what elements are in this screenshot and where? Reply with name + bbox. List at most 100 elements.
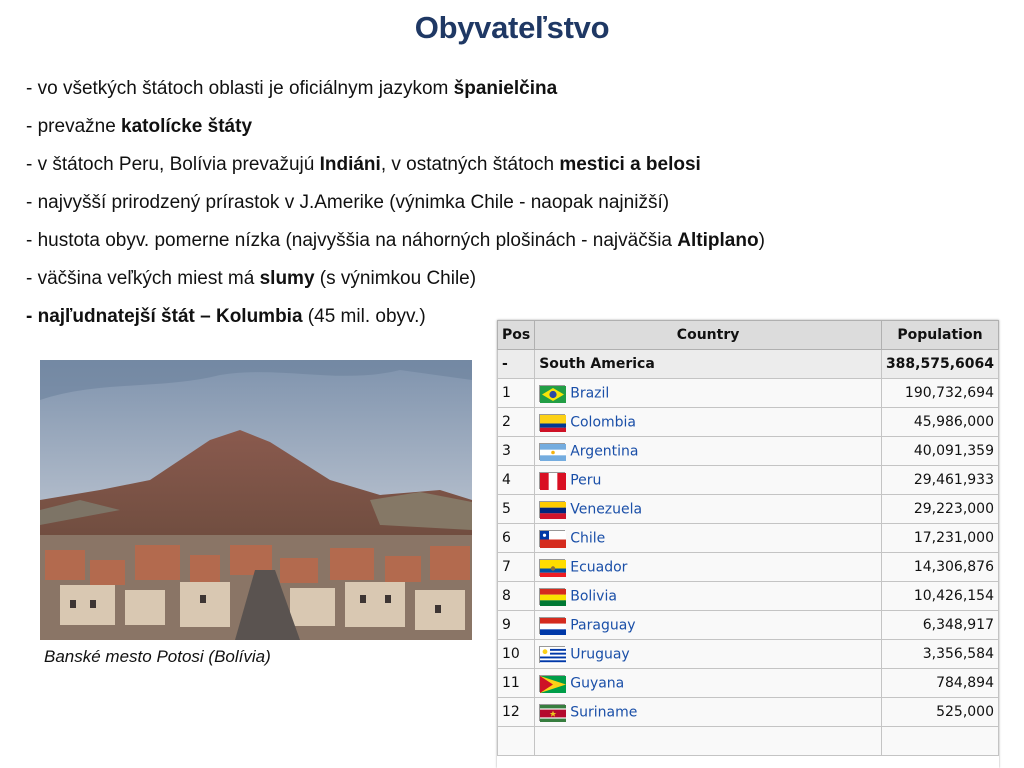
cell-population: 525,000 bbox=[880, 697, 999, 727]
peru-flag-icon bbox=[539, 471, 567, 490]
cell-country: Venezuela bbox=[534, 494, 882, 524]
paraguay-flag-icon bbox=[539, 616, 567, 635]
cell-pos: 1 bbox=[497, 378, 536, 408]
ecuador-flag-icon bbox=[539, 558, 567, 577]
cell-pos: 8 bbox=[497, 581, 536, 611]
country-link[interactable]: Paraguay bbox=[570, 617, 635, 633]
cell-country: Brazil bbox=[534, 378, 882, 408]
photo-caption: Banské mesto Potosi (Bolívia) bbox=[44, 647, 271, 666]
population-table: Pos Country Population - South America 3… bbox=[497, 320, 999, 756]
table-row: 11 Guyana 784,894 bbox=[497, 668, 999, 698]
cell-country: Paraguay bbox=[534, 610, 882, 640]
chile-flag-icon bbox=[539, 529, 567, 548]
table-row-total: - South America 388,575,6064 bbox=[497, 349, 999, 379]
cell-country: Suriname bbox=[534, 697, 882, 727]
country-link[interactable]: Argentina bbox=[570, 443, 638, 459]
bullet-item: - prevažne katolícke štáty bbox=[26, 114, 826, 152]
cell-country: Peru bbox=[534, 465, 882, 495]
cell-population: 17,231,000 bbox=[880, 523, 999, 553]
city-mountain-image bbox=[40, 360, 472, 640]
table-row: 7 Ecuador 14,306,876 bbox=[497, 552, 999, 582]
bullet-text: - prevažne bbox=[26, 116, 122, 137]
table-row: 12 Suriname 525,000 bbox=[497, 697, 999, 727]
table-row: 6 Chile 17,231,000 bbox=[497, 523, 999, 553]
table-row: 3 Argentina 40,091,359 bbox=[497, 436, 999, 466]
cell-country: Chile bbox=[534, 523, 882, 553]
cell-pos: 7 bbox=[497, 552, 536, 582]
brazil-flag-icon bbox=[539, 384, 567, 403]
slide-title: Obyvateľstvo bbox=[414, 10, 610, 45]
country-link[interactable]: Brazil bbox=[570, 385, 609, 401]
bullet-text: - v štátoch Peru, Bolívia prevažujú bbox=[26, 154, 320, 175]
cell-country: Uruguay bbox=[534, 639, 882, 669]
cell-population: 29,223,000 bbox=[880, 494, 999, 524]
bullet-text: ) bbox=[758, 230, 765, 251]
header-pos: Pos bbox=[497, 320, 536, 350]
bullet-text: - vo všetkých štátoch oblasti je oficiál… bbox=[26, 78, 454, 99]
bullet-bold-text: - najľudnatejší štát – Kolumbia bbox=[26, 306, 303, 327]
cell-population: 784,894 bbox=[880, 668, 999, 698]
bullet-item: - v štátoch Peru, Bolívia prevažujú Indi… bbox=[26, 152, 826, 190]
bullet-bold-text: Indiáni bbox=[319, 154, 381, 175]
bullet-text: - väčšina veľkých miest má bbox=[26, 268, 260, 289]
table-row: 1 Brazil 190,732,694 bbox=[497, 378, 999, 408]
country-link[interactable]: Suriname bbox=[570, 704, 637, 720]
population-table-panel: Pos Country Population - South America 3… bbox=[497, 320, 999, 768]
cell-population: 6,348,917 bbox=[880, 610, 999, 640]
cell-population: 3,356,584 bbox=[880, 639, 999, 669]
cell-pos: 12 bbox=[497, 697, 536, 727]
cell-country: Ecuador bbox=[534, 552, 882, 582]
colombia-flag-icon bbox=[539, 413, 567, 432]
bullet-text: , v ostatných štátoch bbox=[380, 154, 560, 175]
cell-population: 388,575,6064 bbox=[880, 349, 999, 379]
country-link[interactable]: Peru bbox=[570, 472, 601, 488]
cell-pos: 5 bbox=[497, 494, 536, 524]
bullet-text: - hustota obyv. pomerne nízka (najvyššia… bbox=[26, 230, 678, 251]
cell-pos: 3 bbox=[497, 436, 536, 466]
bullet-bold-text: slumy bbox=[259, 268, 315, 289]
country-link[interactable]: Guyana bbox=[570, 675, 624, 691]
country-link[interactable]: Ecuador bbox=[570, 559, 627, 575]
uruguay-flag-icon bbox=[539, 645, 567, 664]
suriname-flag-icon bbox=[539, 703, 567, 722]
cell-country bbox=[534, 726, 882, 756]
table-row: 5 Venezuela 29,223,000 bbox=[497, 494, 999, 524]
table-row: 10 Uruguay 3,356,584 bbox=[497, 639, 999, 669]
table-row bbox=[497, 726, 999, 756]
bullet-item: - hustota obyv. pomerne nízka (najvyššia… bbox=[26, 228, 826, 266]
bullet-bold-text: Altiplano bbox=[677, 230, 759, 251]
cell-population: 40,091,359 bbox=[880, 436, 999, 466]
cell-country: Bolivia bbox=[534, 581, 882, 611]
cell-population: 190,732,694 bbox=[880, 378, 999, 408]
guyana-flag-icon bbox=[539, 674, 567, 693]
bullet-text: (45 mil. obyv.) bbox=[302, 306, 426, 327]
bullet-list: - vo všetkých štátoch oblasti je oficiál… bbox=[26, 76, 826, 342]
cell-pos: 10 bbox=[497, 639, 536, 669]
bullet-text: - najvyšší prirodzený prírastok v J.Amer… bbox=[26, 192, 670, 213]
country-link[interactable]: Venezuela bbox=[570, 501, 642, 517]
table-row: 9 Paraguay 6,348,917 bbox=[497, 610, 999, 640]
bullet-item: - väčšina veľkých miest má slumy (s výni… bbox=[26, 266, 826, 304]
bolivia-flag-icon bbox=[539, 587, 567, 606]
argentina-flag-icon bbox=[539, 442, 567, 461]
header-country: Country bbox=[534, 320, 882, 350]
cell-pos: 11 bbox=[497, 668, 536, 698]
table-row: 4 Peru 29,461,933 bbox=[497, 465, 999, 495]
cell-country: Colombia bbox=[534, 407, 882, 437]
cell-pos: 9 bbox=[497, 610, 536, 640]
cell-pos: 6 bbox=[497, 523, 536, 553]
bullet-bold-text: katolícke štáty bbox=[121, 116, 253, 137]
country-link[interactable]: Uruguay bbox=[570, 646, 630, 662]
cell-population: 45,986,000 bbox=[880, 407, 999, 437]
cell-population: 10,426,154 bbox=[880, 581, 999, 611]
country-link[interactable]: Colombia bbox=[570, 414, 636, 430]
cell-country: South America bbox=[534, 349, 882, 379]
cell-pos bbox=[497, 726, 536, 756]
cell-pos: 2 bbox=[497, 407, 536, 437]
venezuela-flag-icon bbox=[539, 500, 567, 519]
cell-population: 14,306,876 bbox=[880, 552, 999, 582]
cell-pos: 4 bbox=[497, 465, 536, 495]
country-link[interactable]: Chile bbox=[570, 530, 605, 546]
potosi-photo bbox=[40, 360, 472, 640]
country-link[interactable]: Bolivia bbox=[570, 588, 617, 604]
